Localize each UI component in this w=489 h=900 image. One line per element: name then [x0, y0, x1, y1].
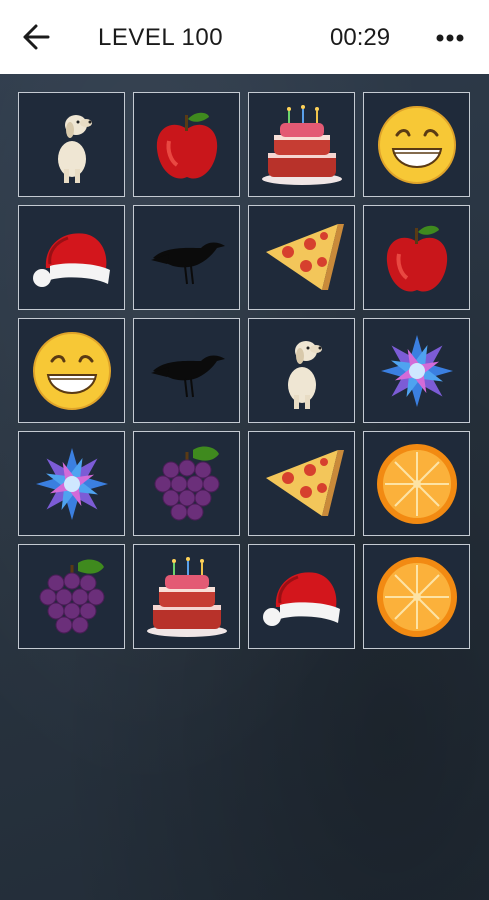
- card-pizza[interactable]: [248, 431, 355, 536]
- card-smiley[interactable]: [363, 92, 470, 197]
- card-apple[interactable]: [133, 92, 240, 197]
- card-crow[interactable]: [133, 318, 240, 423]
- smiley-icon: [32, 331, 111, 410]
- card-cake[interactable]: [248, 92, 355, 197]
- arrow-left-icon: [23, 24, 50, 50]
- card-grapes[interactable]: [133, 431, 240, 536]
- more-options-button[interactable]: [430, 26, 470, 50]
- blue-flower-icon: [380, 334, 453, 407]
- card-blue-flower[interactable]: [363, 318, 470, 423]
- level-title: LEVEL 100: [98, 24, 224, 51]
- dog-icon: [57, 114, 92, 183]
- card-santa-hat[interactable]: [248, 544, 355, 649]
- card-pizza[interactable]: [248, 205, 355, 310]
- blue-flower-icon: [35, 447, 108, 520]
- card-grid: [18, 92, 470, 649]
- cake-icon: [146, 556, 227, 637]
- cake-icon: [261, 104, 342, 185]
- crow-icon: [150, 355, 225, 397]
- card-dog[interactable]: [18, 92, 125, 197]
- smiley-icon: [377, 105, 456, 184]
- card-orange[interactable]: [363, 431, 470, 536]
- timer: 00:29: [330, 24, 391, 51]
- top-app-bar: LEVEL 100 00:29: [0, 0, 489, 74]
- card-dog[interactable]: [248, 318, 355, 423]
- grapes-icon: [39, 559, 104, 633]
- pizza-icon: [265, 449, 344, 516]
- crow-icon: [150, 242, 225, 284]
- apple-icon: [386, 225, 447, 292]
- back-button[interactable]: [18, 22, 52, 52]
- grapes-icon: [154, 446, 219, 520]
- card-blue-flower[interactable]: [18, 431, 125, 536]
- santa-hat-icon: [262, 571, 340, 626]
- card-orange[interactable]: [363, 544, 470, 649]
- game-board: [0, 74, 489, 900]
- card-smiley[interactable]: [18, 318, 125, 423]
- orange-icon: [376, 556, 457, 637]
- santa-hat-icon: [32, 232, 110, 287]
- card-grapes[interactable]: [18, 544, 125, 649]
- pizza-icon: [265, 223, 344, 290]
- dog-icon: [287, 340, 322, 409]
- card-apple[interactable]: [363, 205, 470, 310]
- apple-icon: [156, 112, 217, 179]
- more-dots-icon: [436, 34, 464, 42]
- orange-icon: [376, 443, 457, 524]
- card-santa-hat[interactable]: [18, 205, 125, 310]
- card-cake[interactable]: [133, 544, 240, 649]
- card-crow[interactable]: [133, 205, 240, 310]
